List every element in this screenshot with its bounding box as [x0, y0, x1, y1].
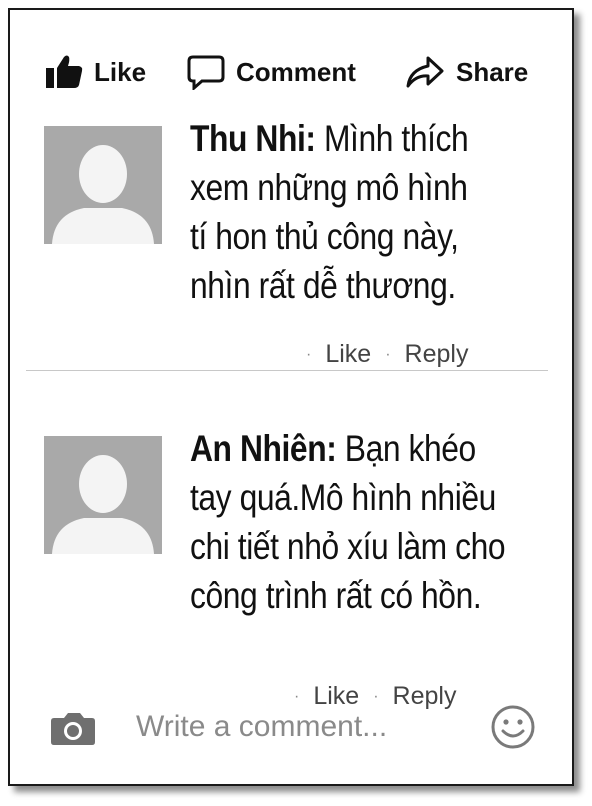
comment-label: Comment	[236, 56, 356, 87]
comment-line: Bạn khéo	[344, 428, 476, 469]
separator-dot: ·	[294, 687, 300, 705]
speech-bubble-icon	[186, 54, 226, 90]
separator-dot: ·	[306, 345, 312, 363]
comment-text: Thu Nhi: Mình thích xem những mô hình tí…	[190, 114, 508, 310]
comment-line: chi tiết nhỏ xíu làm cho	[190, 526, 506, 567]
comment-card: Like Comment Share Thu Nhi: Mình thích x…	[8, 8, 574, 786]
like-button[interactable]: Like	[44, 50, 146, 94]
separator-dot: ·	[373, 687, 379, 705]
divider	[26, 370, 548, 371]
like-label: Like	[94, 56, 147, 87]
comment-line: Mình thích	[323, 118, 469, 159]
share-button[interactable]: Share	[404, 50, 528, 94]
comment-author[interactable]: Thu Nhi:	[190, 118, 316, 159]
share-arrow-icon	[404, 54, 446, 90]
comment-author[interactable]: An Nhiên:	[190, 428, 337, 469]
share-label: Share	[456, 56, 529, 87]
avatar[interactable]	[44, 436, 162, 554]
comment-text: An Nhiên: Bạn khéo tay quá.Mô hình nhiều…	[190, 424, 551, 620]
action-bar: Like Comment Share	[10, 50, 572, 94]
comment-reply-link[interactable]: Reply	[405, 340, 469, 369]
comment-line: tí hon thủ công này,	[190, 216, 459, 257]
comment-composer	[10, 704, 572, 750]
smiley-icon[interactable]	[490, 704, 536, 755]
comment-button[interactable]: Comment	[186, 50, 356, 94]
avatar[interactable]	[44, 126, 162, 244]
camera-icon[interactable]	[50, 710, 96, 751]
separator-dot: ·	[385, 345, 391, 363]
comment-line: tay quá.Mô hình nhiều	[190, 477, 496, 518]
comment-actions: · Like · Reply	[292, 340, 468, 369]
comment-line: nhìn rất dễ thương.	[190, 265, 456, 306]
comment-like-link[interactable]: Like	[325, 340, 371, 369]
comment-line: công trình rất có hồn.	[190, 575, 482, 616]
thumbs-up-icon	[44, 54, 84, 90]
comment-line: xem những mô hình	[190, 167, 468, 208]
comment-input[interactable]	[136, 708, 466, 746]
